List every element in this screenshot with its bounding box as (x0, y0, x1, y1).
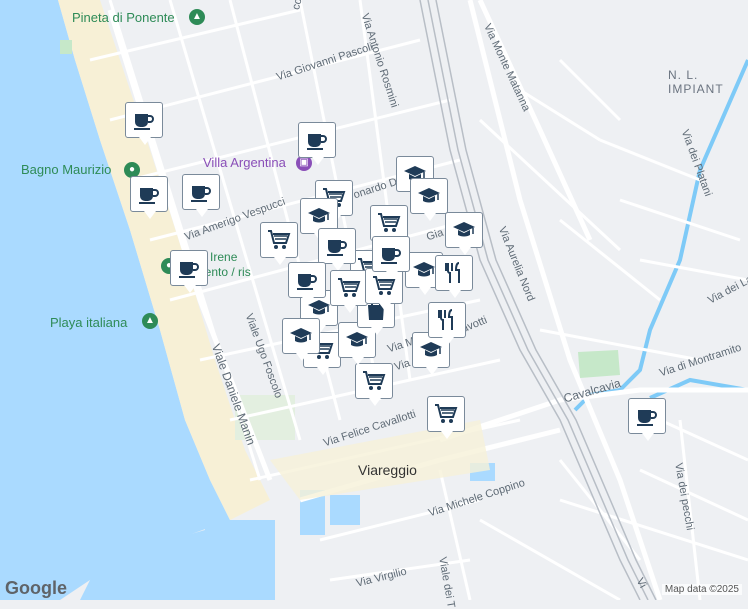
marker-cafe[interactable] (318, 228, 356, 271)
shopping-cart-icon (377, 211, 401, 235)
marker-school[interactable] (282, 318, 320, 361)
coffee-cup-icon (132, 108, 156, 132)
marker-grocery[interactable] (427, 396, 465, 439)
label-zone: N. L. IMPIANT (668, 68, 724, 96)
graduation-cap-icon (345, 328, 369, 352)
coffee-cup-icon (635, 404, 659, 428)
fork-knife-icon (442, 261, 466, 285)
shopping-cart-icon (434, 402, 458, 426)
marker-cafe[interactable] (288, 262, 326, 305)
park (578, 350, 620, 378)
marker-restaurant[interactable] (428, 302, 466, 345)
shopping-cart-icon (337, 276, 361, 300)
graduation-cap-icon (412, 258, 436, 282)
marker-cafe[interactable] (372, 236, 410, 279)
marker-cafe[interactable] (130, 176, 168, 219)
graduation-cap-icon (452, 218, 476, 242)
google-logo: Google (5, 578, 67, 598)
map-attribution[interactable]: Map data ©2025 (661, 584, 742, 595)
park-marker-icon[interactable]: ▲ (189, 9, 205, 25)
coffee-cup-icon (295, 268, 319, 292)
label-villa: Villa Argentina (203, 155, 286, 170)
marker-school[interactable] (410, 178, 448, 221)
coffee-cup-icon (379, 242, 403, 266)
marker-cafe[interactable] (298, 122, 336, 165)
marker-cafe[interactable] (182, 174, 220, 217)
marker-restaurant[interactable] (435, 255, 473, 298)
graduation-cap-icon (307, 204, 331, 228)
label-pineta: Pineta di Ponente (72, 10, 175, 25)
marker-cafe[interactable] (170, 250, 208, 293)
coffee-cup-icon (177, 256, 201, 280)
graduation-cap-icon (419, 338, 443, 362)
marker-grocery[interactable] (260, 222, 298, 265)
label-playa: Playa italiana (50, 315, 128, 330)
playa-marker-icon[interactable]: ▲ (142, 313, 158, 329)
coffee-cup-icon (305, 128, 329, 152)
coffee-cup-icon (137, 182, 161, 206)
marker-grocery[interactable] (330, 270, 368, 313)
label-bagno: Bagno Maurizio (21, 162, 112, 177)
marker-cafe[interactable] (628, 398, 666, 441)
shopping-cart-icon (362, 369, 386, 393)
fork-knife-icon (435, 308, 459, 332)
marker-school[interactable] (445, 212, 483, 255)
marker-cafe[interactable] (125, 102, 163, 145)
graduation-cap-icon (417, 184, 441, 208)
shopping-cart-icon (267, 228, 291, 252)
harbor (205, 520, 275, 600)
coffee-cup-icon (325, 234, 349, 258)
graduation-cap-icon (289, 324, 313, 348)
coffee-cup-icon (189, 180, 213, 204)
label-city: Viareggio (358, 462, 417, 478)
marker-grocery[interactable] (355, 363, 393, 406)
